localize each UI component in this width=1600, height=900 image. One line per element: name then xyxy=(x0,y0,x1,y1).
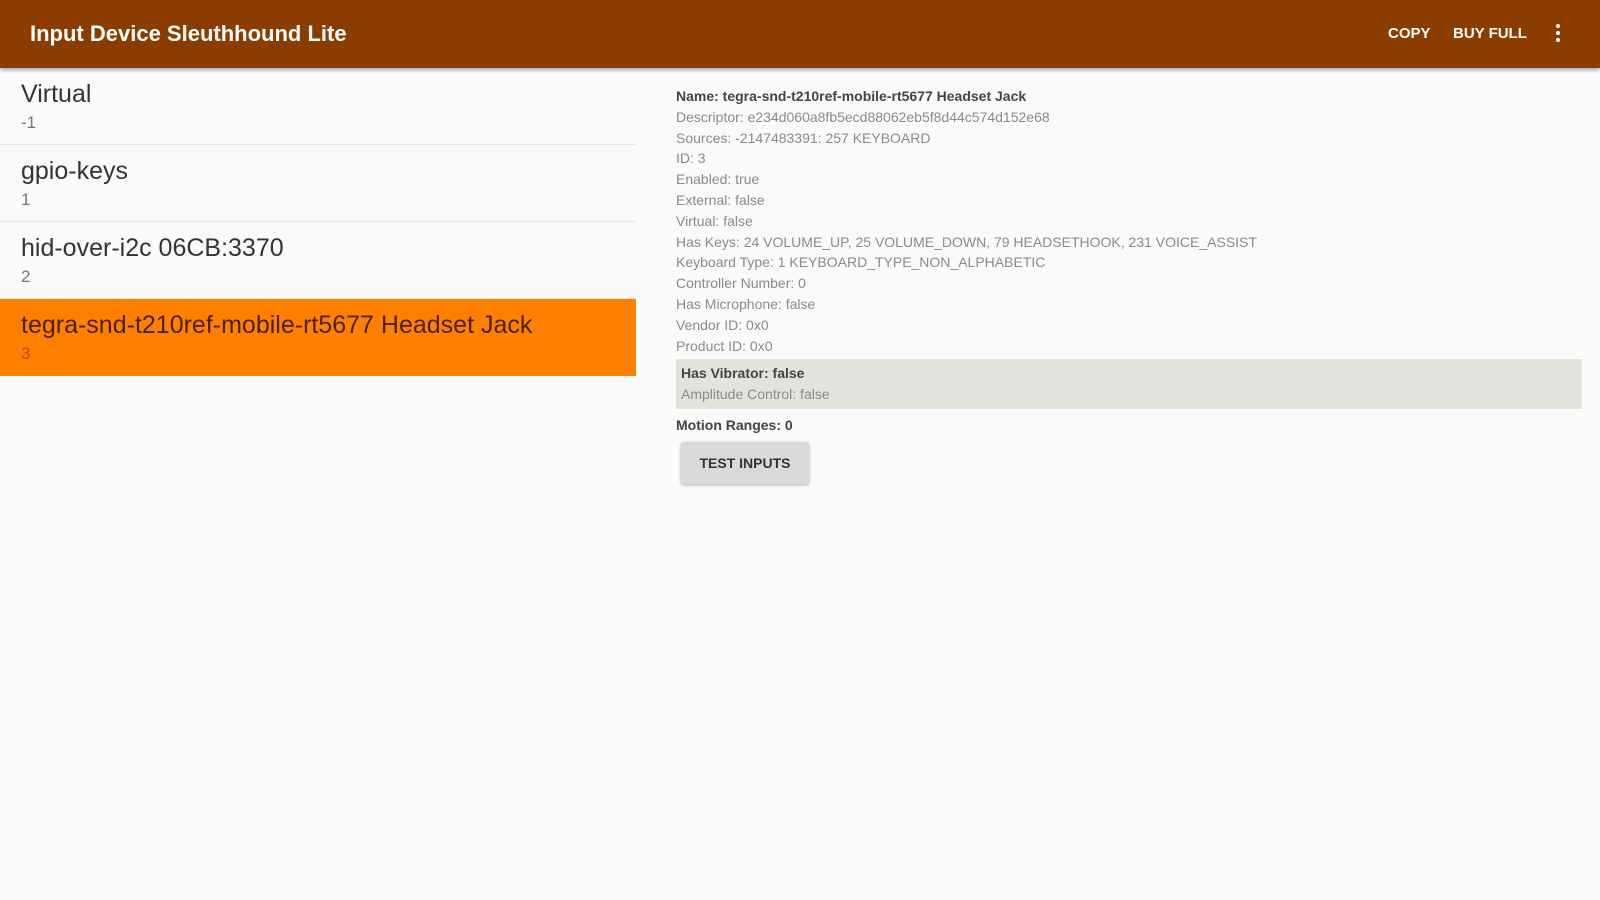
device-id: 2 xyxy=(21,267,31,286)
device-detail-panel: Name: tegra-snd-t210ref-mobile-rt5677 He… xyxy=(676,86,1582,484)
app-title: Input Device Sleuthhound Lite xyxy=(30,21,347,46)
detail-vendor-id: Vendor ID: 0x0 xyxy=(676,316,769,333)
detail-keyboard-type: Keyboard Type: 1 KEYBOARD_TYPE_NON_ALPHA… xyxy=(676,254,1046,271)
device-id: 3 xyxy=(21,344,31,363)
test-inputs-button[interactable]: TEST INPUTS xyxy=(681,441,809,484)
detail-has-keys: Has Keys: 24 VOLUME_UP, 25 VOLUME_DOWN, … xyxy=(676,233,1257,250)
device-item-headset-jack[interactable]: tegra-snd-t210ref-mobile-rt5677 Headset … xyxy=(0,299,636,376)
detail-has-microphone: Has Microphone: false xyxy=(676,295,816,312)
more-vert-icon[interactable] xyxy=(1552,24,1564,46)
device-list: Virtual -1 gpio-keys 1 hid-over-i2c 06CB… xyxy=(0,68,636,376)
detail-sources: Sources: -2147483391: 257 KEYBOARD xyxy=(676,129,931,146)
detail-controller-number: Controller Number: 0 xyxy=(676,275,806,292)
device-name: hid-over-i2c 06CB:3370 xyxy=(21,234,284,262)
detail-motion-ranges: Motion Ranges: 0 xyxy=(676,416,793,433)
detail-has-vibrator: Has Vibrator: false xyxy=(681,365,805,382)
device-name: Virtual xyxy=(21,80,92,108)
device-id: 1 xyxy=(21,190,31,209)
detail-enabled: Enabled: true xyxy=(676,171,760,188)
detail-virtual: Virtual: false xyxy=(676,212,753,229)
detail-descriptor: Descriptor: e234d060a8fb5ecd88062eb5f8d4… xyxy=(676,108,1050,125)
copy-button[interactable]: COPY xyxy=(1388,0,1431,68)
device-name: tegra-snd-t210ref-mobile-rt5677 Headset … xyxy=(21,311,533,339)
device-item-gpio-keys[interactable]: gpio-keys 1 xyxy=(0,145,636,222)
device-item-virtual[interactable]: Virtual -1 xyxy=(0,68,636,145)
detail-amplitude-control: Amplitude Control: false xyxy=(681,386,830,403)
device-item-hid-over-i2c[interactable]: hid-over-i2c 06CB:3370 2 xyxy=(0,222,636,299)
detail-name: Name: tegra-snd-t210ref-mobile-rt5677 He… xyxy=(676,88,1027,104)
detail-id: ID: 3 xyxy=(676,150,706,167)
device-name: gpio-keys xyxy=(21,157,128,185)
vibrator-section: Has Vibrator: false Amplitude Control: f… xyxy=(676,359,1582,409)
app-bar: Input Device Sleuthhound Lite COPY BUY F… xyxy=(0,0,1600,68)
detail-product-id: Product ID: 0x0 xyxy=(676,337,773,354)
buy-full-button[interactable]: BUY FULL xyxy=(1453,0,1527,68)
detail-external: External: false xyxy=(676,191,765,208)
device-id: -1 xyxy=(21,113,37,132)
